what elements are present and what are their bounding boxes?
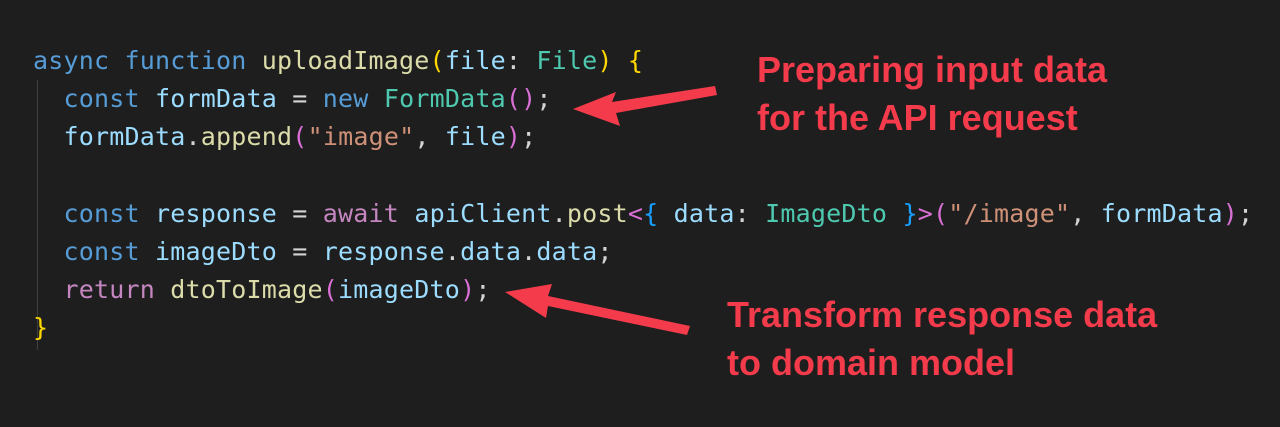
arrow-bottom-icon [505, 284, 690, 335]
arrows [505, 86, 717, 335]
arrow-top-icon [573, 86, 717, 126]
